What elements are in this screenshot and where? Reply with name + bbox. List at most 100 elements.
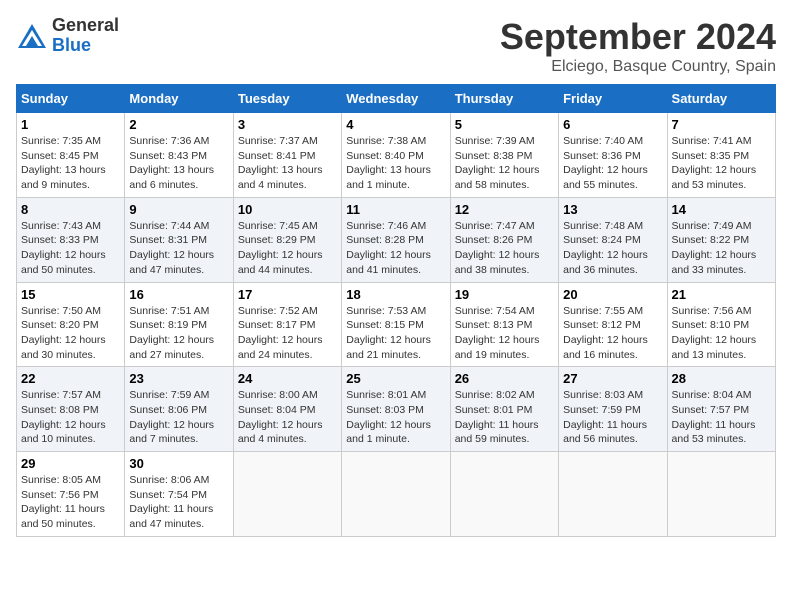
day-info: Sunrise: 7:37 AMSunset: 8:41 PMDaylight:… [238, 134, 337, 193]
day-info: Sunrise: 7:50 AMSunset: 8:20 PMDaylight:… [21, 304, 120, 363]
calendar-cell [450, 452, 558, 537]
day-number: 23 [129, 371, 228, 386]
calendar-cell: 6Sunrise: 7:40 AMSunset: 8:36 PMDaylight… [559, 113, 667, 198]
day-info: Sunrise: 7:54 AMSunset: 8:13 PMDaylight:… [455, 304, 554, 363]
weekday-header: Thursday [450, 85, 558, 113]
calendar-cell: 14Sunrise: 7:49 AMSunset: 8:22 PMDayligh… [667, 197, 775, 282]
weekday-header: Saturday [667, 85, 775, 113]
calendar-cell: 26Sunrise: 8:02 AMSunset: 8:01 PMDayligh… [450, 367, 558, 452]
logo-icon [16, 22, 48, 50]
calendar-cell: 3 Sunrise: 7:37 AMSunset: 8:41 PMDaylight… [233, 113, 341, 198]
day-info: Sunrise: 8:06 AMSunset: 7:54 PMDaylight:… [129, 473, 228, 532]
day-number: 11 [346, 202, 445, 217]
day-number: 16 [129, 287, 228, 302]
calendar-week-row: 15Sunrise: 7:50 AMSunset: 8:20 PMDayligh… [17, 282, 776, 367]
month-title: September 2024 [500, 16, 776, 58]
day-info: Sunrise: 7:38 AMSunset: 8:40 PMDaylight:… [346, 134, 445, 193]
calendar-cell: 23 Sunrise: 7:59 AMSunset: 8:06 PMDayligh… [125, 367, 233, 452]
day-info: Sunrise: 7:59 AMSunset: 8:06 PMDaylight:… [129, 388, 228, 447]
calendar-cell: 15Sunrise: 7:50 AMSunset: 8:20 PMDayligh… [17, 282, 125, 367]
calendar-cell: 27 Sunrise: 8:03 AMSunset: 7:59 PMDayligh… [559, 367, 667, 452]
calendar-cell: 18 Sunrise: 7:53 AMSunset: 8:15 PMDayligh… [342, 282, 450, 367]
calendar-cell: 16 Sunrise: 7:51 AMSunset: 8:19 PMDayligh… [125, 282, 233, 367]
calendar-week-row: 1Sunrise: 7:35 AMSunset: 8:45 PMDaylight… [17, 113, 776, 198]
day-number: 18 [346, 287, 445, 302]
calendar-cell: 21 Sunrise: 7:56 AMSunset: 8:10 PMDayligh… [667, 282, 775, 367]
calendar-cell: 12 Sunrise: 7:47 AMSunset: 8:26 PMDayligh… [450, 197, 558, 282]
day-number: 17 [238, 287, 337, 302]
day-info: Sunrise: 7:41 AMSunset: 8:35 PMDaylight:… [672, 134, 771, 193]
day-info: Sunrise: 7:47 AMSunset: 8:26 PMDaylight:… [455, 219, 554, 278]
calendar-week-row: 29 Sunrise: 8:05 AMSunset: 7:56 PMDayligh… [17, 452, 776, 537]
calendar-cell: 17 Sunrise: 7:52 AMSunset: 8:17 PMDayligh… [233, 282, 341, 367]
day-number: 30 [129, 456, 228, 471]
day-number: 6 [563, 117, 662, 132]
day-number: 27 [563, 371, 662, 386]
calendar-cell: 25 Sunrise: 8:01 AMSunset: 8:03 PMDayligh… [342, 367, 450, 452]
day-info: Sunrise: 7:49 AMSunset: 8:22 PMDaylight:… [672, 219, 771, 278]
day-info: Sunrise: 8:05 AMSunset: 7:56 PMDaylight:… [21, 473, 120, 532]
day-info: Sunrise: 7:44 AMSunset: 8:31 PMDaylight:… [129, 219, 228, 278]
day-info: Sunrise: 8:00 AMSunset: 8:04 PMDaylight:… [238, 388, 337, 447]
day-number: 5 [455, 117, 554, 132]
day-number: 29 [21, 456, 120, 471]
weekday-header: Wednesday [342, 85, 450, 113]
day-info: Sunrise: 7:35 AMSunset: 8:45 PMDaylight:… [21, 134, 120, 193]
day-number: 19 [455, 287, 554, 302]
day-info: Sunrise: 7:45 AMSunset: 8:29 PMDaylight:… [238, 219, 337, 278]
day-number: 7 [672, 117, 771, 132]
calendar-cell: 2 Sunrise: 7:36 AMSunset: 8:43 PMDaylight… [125, 113, 233, 198]
calendar-cell [342, 452, 450, 537]
day-info: Sunrise: 7:46 AMSunset: 8:28 PMDaylight:… [346, 219, 445, 278]
day-info: Sunrise: 8:03 AMSunset: 7:59 PMDaylight:… [563, 388, 662, 447]
page-header: General Blue September 2024 Elciego, Bas… [16, 16, 776, 76]
day-info: Sunrise: 7:48 AMSunset: 8:24 PMDaylight:… [563, 219, 662, 278]
day-info: Sunrise: 8:01 AMSunset: 8:03 PMDaylight:… [346, 388, 445, 447]
calendar-cell: 7 Sunrise: 7:41 AMSunset: 8:35 PMDaylight… [667, 113, 775, 198]
logo: General Blue [16, 16, 119, 56]
calendar-cell: 1Sunrise: 7:35 AMSunset: 8:45 PMDaylight… [17, 113, 125, 198]
calendar-week-row: 8 Sunrise: 7:43 AMSunset: 8:33 PMDaylight… [17, 197, 776, 282]
calendar-cell: 20Sunrise: 7:55 AMSunset: 8:12 PMDayligh… [559, 282, 667, 367]
day-number: 21 [672, 287, 771, 302]
day-number: 24 [238, 371, 337, 386]
logo-text: General Blue [52, 16, 119, 56]
weekday-header: Friday [559, 85, 667, 113]
calendar-cell [233, 452, 341, 537]
calendar-cell: 19 Sunrise: 7:54 AMSunset: 8:13 PMDayligh… [450, 282, 558, 367]
day-number: 10 [238, 202, 337, 217]
day-info: Sunrise: 7:39 AMSunset: 8:38 PMDaylight:… [455, 134, 554, 193]
day-info: Sunrise: 7:55 AMSunset: 8:12 PMDaylight:… [563, 304, 662, 363]
day-info: Sunrise: 7:56 AMSunset: 8:10 PMDaylight:… [672, 304, 771, 363]
title-area: September 2024 Elciego, Basque Country, … [500, 16, 776, 76]
calendar-table: SundayMondayTuesdayWednesdayThursdayFrid… [16, 84, 776, 537]
day-number: 13 [563, 202, 662, 217]
calendar-cell: 10 Sunrise: 7:45 AMSunset: 8:29 PMDayligh… [233, 197, 341, 282]
day-info: Sunrise: 7:53 AMSunset: 8:15 PMDaylight:… [346, 304, 445, 363]
weekday-header: Tuesday [233, 85, 341, 113]
calendar-cell: 30 Sunrise: 8:06 AMSunset: 7:54 PMDayligh… [125, 452, 233, 537]
day-info: Sunrise: 8:04 AMSunset: 7:57 PMDaylight:… [672, 388, 771, 447]
calendar-cell [667, 452, 775, 537]
day-number: 12 [455, 202, 554, 217]
day-number: 4 [346, 117, 445, 132]
calendar-cell: 5 Sunrise: 7:39 AMSunset: 8:38 PMDaylight… [450, 113, 558, 198]
calendar-cell: 4 Sunrise: 7:38 AMSunset: 8:40 PMDaylight… [342, 113, 450, 198]
day-number: 28 [672, 371, 771, 386]
calendar-cell: 22Sunrise: 7:57 AMSunset: 8:08 PMDayligh… [17, 367, 125, 452]
day-info: Sunrise: 7:36 AMSunset: 8:43 PMDaylight:… [129, 134, 228, 193]
day-number: 9 [129, 202, 228, 217]
day-number: 2 [129, 117, 228, 132]
day-number: 25 [346, 371, 445, 386]
calendar-cell: 29 Sunrise: 8:05 AMSunset: 7:56 PMDayligh… [17, 452, 125, 537]
day-info: Sunrise: 7:43 AMSunset: 8:33 PMDaylight:… [21, 219, 120, 278]
day-number: 26 [455, 371, 554, 386]
calendar-cell: 9 Sunrise: 7:44 AMSunset: 8:31 PMDaylight… [125, 197, 233, 282]
day-number: 3 [238, 117, 337, 132]
day-number: 8 [21, 202, 120, 217]
weekday-header: Monday [125, 85, 233, 113]
calendar-cell: 28 Sunrise: 8:04 AMSunset: 7:57 PMDayligh… [667, 367, 775, 452]
calendar-cell: 24 Sunrise: 8:00 AMSunset: 8:04 PMDayligh… [233, 367, 341, 452]
day-info: Sunrise: 7:51 AMSunset: 8:19 PMDaylight:… [129, 304, 228, 363]
day-info: Sunrise: 7:52 AMSunset: 8:17 PMDaylight:… [238, 304, 337, 363]
